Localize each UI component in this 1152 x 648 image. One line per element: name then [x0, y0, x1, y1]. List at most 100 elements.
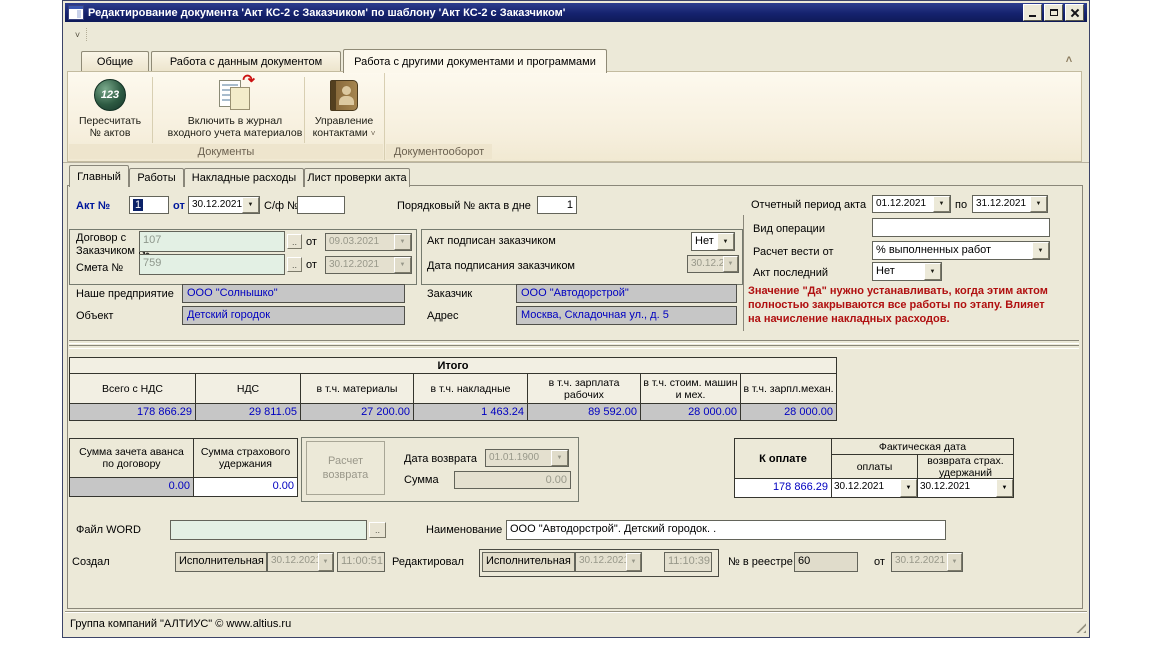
- pay-date-combo[interactable]: 30.12.2021 ▼: [832, 479, 917, 497]
- registry-from-label: от: [874, 556, 885, 569]
- dropdown-arrow-icon[interactable]: ▼: [924, 263, 941, 280]
- return-date-combo: 01.01.1900 ▼: [485, 449, 569, 467]
- ribbon-tab-label: Общие: [97, 56, 133, 68]
- ribbon-group-label-docflow: Документооборот: [386, 144, 492, 159]
- contacts-book-icon: [330, 80, 358, 111]
- return-date-value: 01.01.1900: [486, 450, 551, 466]
- created-date-combo: 30.12.2021 ▼: [267, 552, 334, 572]
- retention-return-date-value: 30.12.2021: [918, 479, 996, 497]
- signed-date-combo: 30.12.2021 ▼: [687, 255, 739, 273]
- act-number-input[interactable]: 1: [129, 196, 169, 214]
- estimate-label: Смета №: [76, 262, 123, 275]
- tab-label: Лист проверки акта: [307, 172, 406, 184]
- advance-table: Сумма зачета аванса по договору Сумма ст…: [69, 438, 298, 497]
- act-last-combo[interactable]: Нет ▼: [872, 262, 942, 281]
- totals-header: в т.ч. материалы: [301, 374, 413, 403]
- edited-time-field: 11:10:39: [664, 552, 712, 572]
- ribbon-group-label-documents: Документы: [69, 144, 383, 159]
- estimate-browse-button[interactable]: ..: [287, 257, 302, 272]
- totals-header: в т.ч. стоим. машин и мех.: [641, 374, 740, 403]
- day-order-input[interactable]: 1: [537, 196, 577, 214]
- totals-value: 27 200.00: [301, 404, 413, 420]
- maximize-icon: [1050, 9, 1058, 16]
- act-last-value: Нет: [873, 263, 924, 280]
- operation-type-label: Вид операции: [753, 223, 825, 236]
- period-to-value: 31.12.2021: [973, 196, 1030, 212]
- close-icon: [1070, 8, 1079, 17]
- resize-grip-icon[interactable]: [1072, 619, 1086, 633]
- totals-value: 1 463.24: [414, 404, 527, 420]
- chevron-down-icon: ˅: [371, 129, 376, 138]
- dropdown-arrow-icon[interactable]: ▼: [900, 479, 917, 497]
- estimate-from-label: от: [306, 259, 317, 272]
- close-button[interactable]: [1065, 4, 1084, 21]
- dropdown-arrow-icon[interactable]: ▼: [1032, 242, 1049, 259]
- object-field: Детский городок: [182, 306, 405, 325]
- dropdown-arrow-icon[interactable]: ▼: [996, 479, 1013, 497]
- ribbon-tab-obschie[interactable]: Общие: [81, 51, 149, 72]
- maximize-button[interactable]: [1044, 4, 1063, 21]
- ribbon-collapse-button[interactable]: ˄: [1061, 53, 1077, 67]
- act-date-from-label: от: [173, 200, 185, 213]
- contract-browse-button[interactable]: ..: [287, 234, 302, 249]
- tab-raboty[interactable]: Работы: [129, 168, 184, 187]
- dropdown-arrow-icon[interactable]: ▼: [242, 197, 259, 213]
- totals-header: НДС: [196, 374, 300, 403]
- contract-date-combo: 09.03.2021 ▼: [325, 233, 412, 251]
- ribbon-tab-other-documents[interactable]: Работа с другими документами и программа…: [343, 49, 607, 73]
- dropdown-arrow-icon[interactable]: ▼: [1030, 196, 1047, 212]
- journal-copy-icon: ↷: [217, 79, 253, 111]
- sf-number-input[interactable]: [297, 196, 345, 214]
- recalc-123-icon: 123: [94, 79, 126, 111]
- tab-glavnyi[interactable]: Главный: [69, 165, 129, 187]
- journal-button-label: Включить в журнал входного учета материа…: [168, 115, 303, 139]
- estimate-date-value: 30.12.2021: [326, 257, 394, 273]
- period-from-combo[interactable]: 01.12.2021 ▼: [872, 195, 951, 213]
- totals-title: Итого: [70, 358, 836, 373]
- act-date-combo[interactable]: 30.12.2021 ▼: [188, 196, 260, 214]
- word-browse-button[interactable]: ..: [369, 522, 386, 538]
- titlebar: Редактирование документа 'Акт КС-2 с Зак…: [65, 3, 1087, 22]
- toolbar-overflow-button[interactable]: ˅: [69, 28, 87, 41]
- ribbon-tab-current-document[interactable]: Работа с данным документом: [151, 51, 341, 72]
- estimate-date-combo: 30.12.2021 ▼: [325, 256, 412, 274]
- tab-label: Накладные расходы: [192, 172, 296, 184]
- dropdown-arrow-icon[interactable]: ▼: [933, 196, 950, 212]
- recalc-act-numbers-button[interactable]: 123 Пересчитать № актов: [70, 75, 150, 143]
- report-period-label: Отчетный период акта: [751, 199, 866, 212]
- customer-label: Заказчик: [427, 288, 472, 301]
- dropdown-arrow-icon[interactable]: ▼: [717, 233, 734, 250]
- ribbon-group-documents: 123 Пересчитать № актов ↷ Включить в жур…: [68, 73, 385, 160]
- signed-combo[interactable]: Нет ▼: [691, 232, 735, 251]
- include-in-journal-button[interactable]: ↷ Включить в журнал входного учета матер…: [154, 75, 316, 143]
- signed-date-value: 30.12.2021: [688, 256, 723, 272]
- to-pay-header: К оплате: [735, 439, 831, 478]
- word-file-input: [170, 520, 367, 540]
- dropdown-arrow-icon: ▼: [394, 234, 411, 250]
- ribbon: 123 Пересчитать № актов ↷ Включить в жур…: [67, 71, 1082, 162]
- minimize-icon: [1029, 15, 1036, 17]
- retention-input[interactable]: 0.00: [194, 478, 297, 496]
- tab-list-proverki[interactable]: Лист проверки акта: [304, 168, 410, 187]
- calc-from-combo[interactable]: % выполненных работ ▼: [872, 241, 1050, 260]
- tab-nakladnye-rashody[interactable]: Накладные расходы: [184, 168, 304, 187]
- pay-date-value: 30.12.2021: [832, 479, 900, 497]
- registry-date-combo: 30.12.2021 ▼: [891, 552, 963, 572]
- statusbar: Группа компаний "АЛТИУС" © www.altius.ru: [65, 612, 1087, 634]
- totals-value: 28 000.00: [641, 404, 740, 420]
- operation-type-input[interactable]: [872, 218, 1050, 237]
- retention-return-date-combo[interactable]: 30.12.2021 ▼: [918, 479, 1013, 497]
- divider: [69, 345, 1079, 349]
- totals-header: Всего с НДС: [70, 374, 195, 403]
- manage-contacts-button[interactable]: Управление контактами ˅: [306, 75, 382, 143]
- edited-by-field: Исполнительная доку: [482, 552, 575, 572]
- dropdown-arrow-icon: ▼: [626, 553, 641, 571]
- return-date-label: Дата возврата: [404, 453, 477, 466]
- minimize-button[interactable]: [1023, 4, 1042, 21]
- ribbon-divider: [152, 77, 153, 143]
- contract-from-label: от: [306, 236, 317, 249]
- created-label: Создал: [72, 556, 110, 569]
- contract-number-field: 107: [139, 231, 285, 252]
- period-to-combo[interactable]: 31.12.2021 ▼: [972, 195, 1048, 213]
- doc-name-input[interactable]: ООО "Автодорстрой". Детский городок. .: [506, 520, 946, 540]
